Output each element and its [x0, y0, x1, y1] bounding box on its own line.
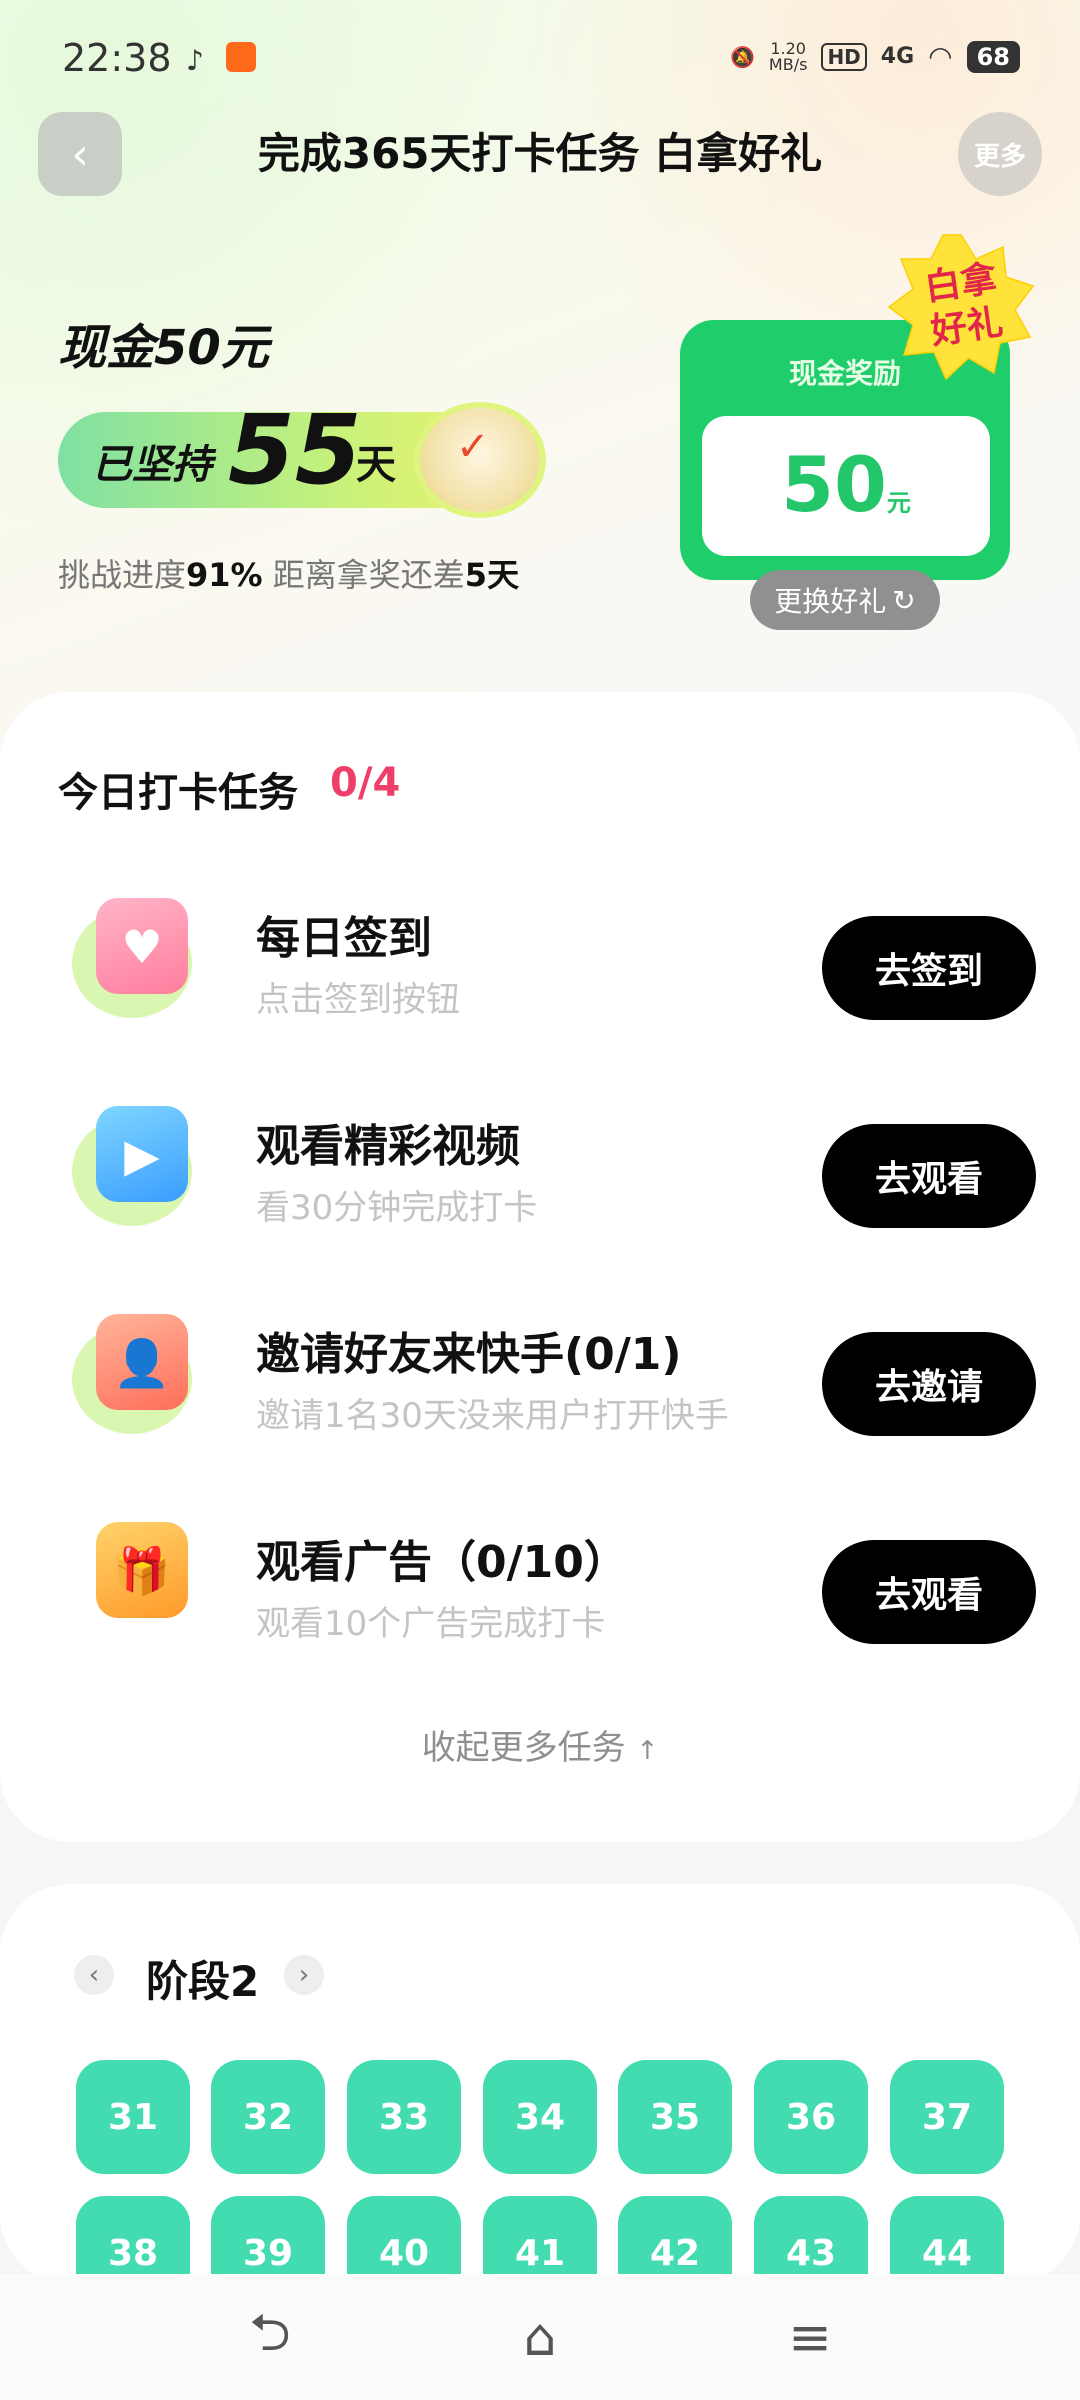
- task-row: 👤 邀请好友来快手(0/1) 邀请1名30天没来用户打开快手 去邀请: [0, 1296, 1080, 1456]
- swap-gift-button[interactable]: 更换好礼 ↻: [750, 570, 940, 630]
- badge-label: 白拿 好礼: [922, 258, 1006, 353]
- status-indicators: 🔕 1.20 MB/s HD 4G ◠ 68: [730, 40, 1020, 73]
- tasks-count: 0/4: [330, 760, 401, 806]
- gift-box-icon: 🎁: [72, 1522, 202, 1642]
- status-time: 22:38: [62, 36, 172, 80]
- nav-home-button[interactable]: ⌂: [500, 2306, 580, 2370]
- cash-reward-title: 现金50元: [58, 320, 269, 376]
- task-desc: 点击签到按钮: [256, 980, 460, 1020]
- task-row: 🎁 观看广告（0/10） 观看10个广告完成打卡 去观看: [0, 1504, 1080, 1664]
- chevron-right-icon: ›: [298, 1960, 310, 1990]
- day-cell[interactable]: 34: [483, 2060, 597, 2174]
- hd-icon: HD: [821, 42, 867, 71]
- refresh-icon: ↻: [892, 583, 916, 617]
- menu-icon: ≡: [788, 2308, 832, 2368]
- daily-tasks-card: [0, 692, 1080, 1842]
- task-name: 每日签到: [256, 913, 432, 964]
- network-4g-icon: 4G: [880, 44, 915, 69]
- status-bar: 22:38 ♪ 🔕 1.20 MB/s HD 4G ◠ 68: [0, 30, 1080, 90]
- video-play-icon: ▶: [72, 1106, 202, 1226]
- task-desc: 观看10个广告完成打卡: [256, 1604, 606, 1644]
- invite-button[interactable]: 去邀请: [822, 1332, 1036, 1436]
- home-icon: ⌂: [523, 2308, 557, 2368]
- task-name: 邀请好友来快手(0/1): [256, 1329, 682, 1380]
- day-cell[interactable]: 31: [76, 2060, 190, 2174]
- net-speed: 1.20 MB/s: [768, 38, 808, 74]
- nav-menu-button[interactable]: ≡: [770, 2306, 850, 2370]
- streak-suffix: 天: [356, 442, 396, 488]
- task-desc: 看30分钟完成打卡: [256, 1188, 538, 1228]
- invite-user-icon: 👤: [72, 1314, 202, 1434]
- stage-next-button[interactable]: ›: [284, 1955, 324, 1995]
- day-cell[interactable]: 36: [754, 2060, 868, 2174]
- task-row: ▶ 观看精彩视频 看30分钟完成打卡 去观看: [0, 1088, 1080, 1248]
- collapse-tasks-button[interactable]: 收起更多任务 ↑: [0, 1720, 1080, 1769]
- task-name: 观看精彩视频: [256, 1121, 520, 1172]
- watch-ads-button[interactable]: 去观看: [822, 1540, 1036, 1644]
- streak-days: 55: [228, 394, 362, 506]
- wifi-icon: ◠: [928, 40, 953, 73]
- task-row: ♥ 每日签到 点击签到按钮 去签到: [0, 880, 1080, 1040]
- back-icon: ⮌: [249, 2302, 291, 2363]
- mute-bell-icon: 🔕: [730, 44, 755, 69]
- task-desc: 邀请1名30天没来用户打开快手: [256, 1396, 729, 1436]
- tasks-title: 今日打卡任务: [58, 770, 298, 816]
- battery-icon: 68: [966, 40, 1020, 73]
- task-name: 观看广告（0/10）: [256, 1537, 628, 1588]
- stage-title: 阶段2: [146, 1957, 260, 2006]
- calendar-heart-icon: ♥: [72, 898, 202, 1018]
- chevron-left-icon: ‹: [88, 1960, 100, 1990]
- tiktok-icon: ♪: [186, 44, 204, 77]
- day-cell[interactable]: 33: [347, 2060, 461, 2174]
- watch-video-button[interactable]: 去观看: [822, 1124, 1036, 1228]
- day-cell[interactable]: 37: [890, 2060, 1004, 2174]
- kuaishou-app-icon: [226, 42, 256, 72]
- day-cell[interactable]: 35: [618, 2060, 732, 2174]
- challenge-progress: 挑战进度91% 距离拿奖还差5天: [58, 556, 520, 594]
- page-title: 完成365天打卡任务 白拿好礼: [257, 129, 823, 178]
- checkin-button[interactable]: 去签到: [822, 916, 1036, 1020]
- streak-prefix: 已坚持: [92, 442, 212, 488]
- more-button[interactable]: 更多: [958, 112, 1042, 196]
- day-cell[interactable]: 32: [211, 2060, 325, 2174]
- reward-value: 50元: [781, 440, 911, 529]
- check-mark-icon: ✓: [456, 424, 490, 470]
- nav-back-button[interactable]: ⮌: [230, 2303, 310, 2370]
- arrow-up-icon: ↑: [636, 1736, 659, 1766]
- stage-prev-button[interactable]: ‹: [74, 1955, 114, 1995]
